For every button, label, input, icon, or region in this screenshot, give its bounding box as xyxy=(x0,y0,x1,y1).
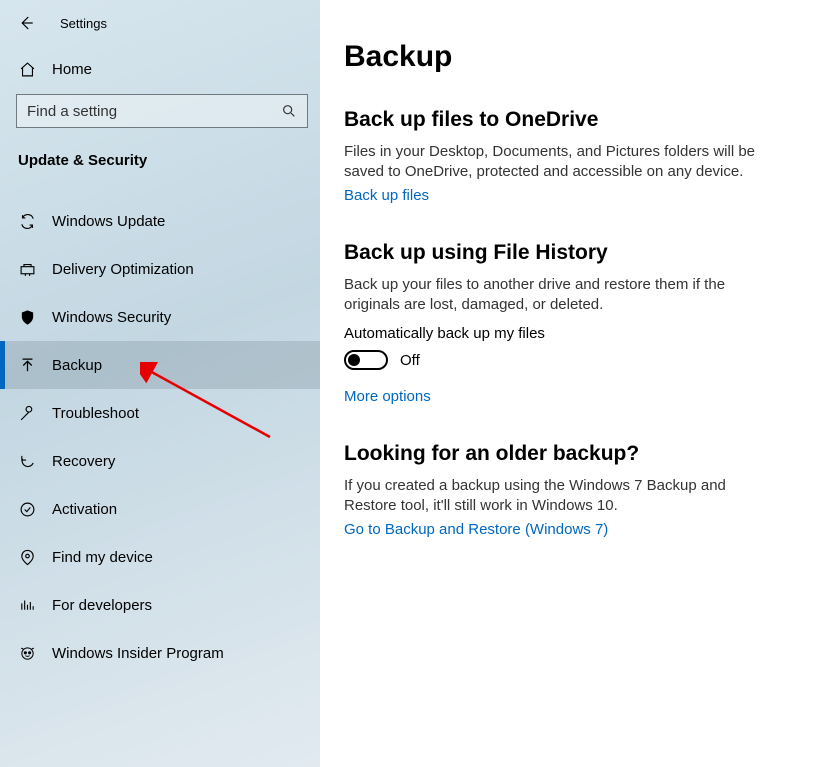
sidebar-item-label: Recovery xyxy=(52,453,115,470)
sidebar-item-label: Backup xyxy=(52,357,102,374)
toggle-state-label: Off xyxy=(400,352,420,369)
backup-icon xyxy=(18,357,36,374)
sidebar-item-label: For developers xyxy=(52,597,152,614)
link-backup-restore-win7[interactable]: Go to Backup and Restore (Windows 7) xyxy=(344,521,608,538)
sidebar-item-recovery[interactable]: Recovery xyxy=(0,437,320,485)
sidebar-item-windows-update[interactable]: Windows Update xyxy=(0,197,320,245)
location-icon xyxy=(18,549,36,566)
page-title: Backup xyxy=(344,40,780,74)
insider-icon xyxy=(18,645,36,662)
home-label: Home xyxy=(52,61,92,78)
section-title-file-history: Back up using File History xyxy=(344,241,780,265)
section-desc-onedrive: Files in your Desktop, Documents, and Pi… xyxy=(344,142,780,183)
sidebar-item-backup[interactable]: Backup xyxy=(0,341,320,389)
sidebar-item-label: Windows Update xyxy=(52,213,165,230)
sidebar-item-label: Windows Insider Program xyxy=(52,645,224,662)
check-circle-icon xyxy=(18,501,36,518)
section-title-onedrive: Back up files to OneDrive xyxy=(344,108,780,132)
section-title-older: Looking for an older backup? xyxy=(344,442,780,466)
sidebar-item-label: Find my device xyxy=(52,549,153,566)
recovery-icon xyxy=(18,453,36,470)
developers-icon xyxy=(18,597,36,614)
back-arrow-icon xyxy=(17,14,35,32)
sidebar-item-troubleshoot[interactable]: Troubleshoot xyxy=(0,389,320,437)
toggle-label-auto-backup: Automatically back up my files xyxy=(344,325,780,342)
sidebar-item-label: Windows Security xyxy=(52,309,171,326)
sidebar-item-home[interactable]: Home xyxy=(0,46,320,92)
wrench-icon xyxy=(18,405,36,422)
toggle-auto-backup[interactable] xyxy=(344,350,388,370)
link-backup-files[interactable]: Back up files xyxy=(344,187,429,204)
sidebar-item-label: Troubleshoot xyxy=(52,405,139,422)
search-input[interactable] xyxy=(27,103,281,120)
sidebar-item-delivery-optimization[interactable]: Delivery Optimization xyxy=(0,245,320,293)
delivery-icon xyxy=(18,261,36,278)
sidebar-nav: Windows Update Delivery Optimization Win… xyxy=(0,197,320,677)
sidebar-section-label: Update & Security xyxy=(0,128,320,179)
search-box[interactable] xyxy=(16,94,308,128)
back-button[interactable] xyxy=(14,11,38,35)
sidebar-item-windows-security[interactable]: Windows Security xyxy=(0,293,320,341)
sidebar: Settings Home Update & Security Wind xyxy=(0,0,320,767)
app-title: Settings xyxy=(60,16,107,31)
sidebar-item-windows-insider[interactable]: Windows Insider Program xyxy=(0,629,320,677)
link-more-options[interactable]: More options xyxy=(344,388,431,405)
sidebar-item-activation[interactable]: Activation xyxy=(0,485,320,533)
search-icon xyxy=(281,103,297,119)
home-icon xyxy=(18,61,36,78)
section-desc-older: If you created a backup using the Window… xyxy=(344,476,780,517)
section-desc-file-history: Back up your files to another drive and … xyxy=(344,275,780,316)
section-older-backup: Looking for an older backup? If you crea… xyxy=(344,442,780,539)
sidebar-item-find-my-device[interactable]: Find my device xyxy=(0,533,320,581)
sidebar-item-label: Activation xyxy=(52,501,117,518)
content-pane: Backup Back up files to OneDrive Files i… xyxy=(320,0,816,767)
shield-icon xyxy=(18,309,36,326)
sync-icon xyxy=(18,213,36,230)
section-file-history: Back up using File History Back up your … xyxy=(344,241,780,407)
sidebar-item-label: Delivery Optimization xyxy=(52,261,194,278)
section-onedrive: Back up files to OneDrive Files in your … xyxy=(344,108,780,205)
toggle-knob xyxy=(348,354,360,366)
sidebar-item-for-developers[interactable]: For developers xyxy=(0,581,320,629)
